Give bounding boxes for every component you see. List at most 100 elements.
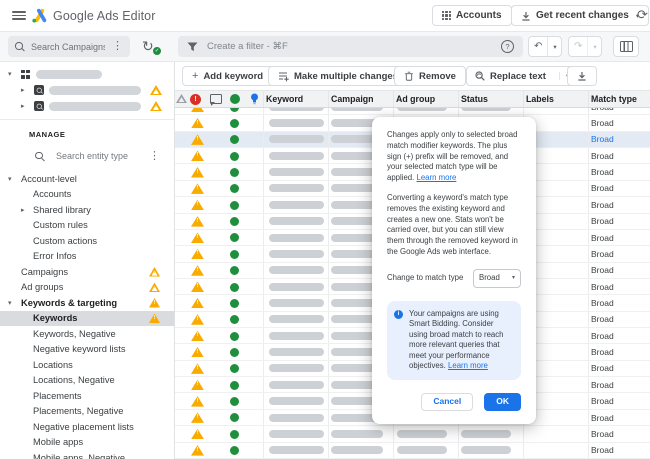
sidebar-item-keywords-targeting[interactable]: ▾Keywords & targeting! bbox=[0, 295, 174, 311]
table-row[interactable]: !Broad bbox=[175, 426, 650, 442]
ok-button[interactable]: OK bbox=[484, 393, 521, 411]
sidebar-item-custom-actions[interactable]: Custom actions bbox=[0, 233, 174, 249]
column-header-ad-group[interactable]: Ad group bbox=[393, 91, 458, 107]
match-type-cell: Broad bbox=[588, 279, 650, 294]
sidebar-item-mobile-apps[interactable]: Mobile apps bbox=[0, 435, 174, 451]
caret-down-icon[interactable]: ▾ bbox=[8, 70, 21, 78]
create-filter-input[interactable]: Create a filter - ⌘F ? bbox=[178, 36, 523, 57]
undo-history-caret-icon[interactable]: ▾ bbox=[547, 37, 561, 56]
add-keyword-button[interactable]: + Add keyword bbox=[182, 66, 273, 86]
replace-text-button[interactable]: Replace text ▾ bbox=[466, 66, 576, 86]
caret-down-icon[interactable]: ▾ bbox=[8, 175, 21, 183]
redacted-text-bar bbox=[269, 430, 324, 438]
comment-column-icon[interactable] bbox=[210, 94, 222, 104]
refresh-icon[interactable]: ⟳ bbox=[637, 7, 648, 23]
undo-icon[interactable]: ↶ bbox=[529, 37, 547, 56]
help-icon[interactable]: ? bbox=[501, 40, 514, 53]
adgroup-cell bbox=[393, 443, 458, 458]
sidebar-item-placements[interactable]: Placements bbox=[0, 388, 174, 404]
redacted-text-bar bbox=[269, 217, 324, 225]
warning-icon: ! bbox=[191, 429, 204, 440]
replace-text-label: Replace text bbox=[490, 71, 546, 82]
sidebar-item-locations[interactable]: Locations bbox=[0, 357, 174, 373]
status-column-icon[interactable] bbox=[230, 94, 240, 104]
sidebar-item-label: Shared library bbox=[33, 205, 91, 215]
warning-icon: ! bbox=[191, 396, 204, 407]
menu-icon[interactable] bbox=[12, 11, 26, 20]
undo-button[interactable]: ↶ ▾ bbox=[528, 36, 562, 57]
enabled-status-icon bbox=[230, 397, 239, 406]
entity-type-search-input[interactable]: Search entity type ⋮ bbox=[35, 148, 160, 164]
sidebar-item-mobile-apps-negative[interactable]: Mobile apps, Negative bbox=[0, 450, 174, 459]
sidebar-item-campaigns[interactable]: Campaigns! bbox=[0, 264, 174, 280]
column-header-match-type[interactable]: Match type bbox=[588, 91, 650, 107]
column-header-labels[interactable]: Labels bbox=[523, 91, 588, 107]
caret-right-icon[interactable]: ▸ bbox=[21, 206, 33, 214]
sidebar-item-error-infos[interactable]: Error Infos bbox=[0, 249, 174, 265]
search-campaigns-input[interactable]: Search Campaigns or... ⋮ bbox=[8, 36, 130, 57]
sidebar-item-negative-keyword-lists[interactable]: Negative keyword lists bbox=[0, 342, 174, 358]
cancel-button[interactable]: Cancel bbox=[421, 393, 473, 411]
remove-button[interactable]: Remove bbox=[394, 66, 466, 86]
column-header-campaign[interactable]: Campaign bbox=[328, 91, 393, 107]
search-options-kebab-icon[interactable]: ⋮ bbox=[112, 41, 123, 52]
campaign-cell bbox=[328, 443, 393, 458]
keyword-cell bbox=[263, 181, 328, 196]
filter-funnel-icon bbox=[187, 42, 198, 52]
enabled-status-icon bbox=[230, 201, 239, 210]
sidebar-item-keywords[interactable]: Keywords! bbox=[0, 311, 174, 327]
caret-right-icon[interactable]: ▸ bbox=[21, 102, 34, 110]
enabled-status-icon bbox=[230, 250, 239, 259]
sidebar-item-locations-negative[interactable]: Locations, Negative bbox=[0, 373, 174, 389]
column-header-keyword[interactable]: Keyword bbox=[263, 91, 328, 107]
warning-icon: ! bbox=[191, 151, 204, 162]
table-header-icons: ! bbox=[175, 91, 263, 107]
learn-more-link[interactable]: Learn more bbox=[416, 173, 456, 182]
warning-icon: ! bbox=[191, 363, 204, 374]
warning-icon: ! bbox=[191, 134, 204, 145]
keyword-cell bbox=[263, 295, 328, 310]
entity-search-kebab-icon[interactable]: ⋮ bbox=[149, 151, 160, 162]
make-multiple-changes-button[interactable]: Make multiple changes bbox=[268, 66, 408, 86]
sidebar-item-label: Locations bbox=[33, 360, 73, 370]
column-header-status[interactable]: Status bbox=[458, 91, 523, 107]
sidebar-item-shared-library[interactable]: ▸Shared library bbox=[0, 202, 174, 218]
sidebar-item-accounts[interactable]: Accounts bbox=[0, 187, 174, 203]
sidebar-item-placements-negative[interactable]: Placements, Negative bbox=[0, 404, 174, 420]
error-column-icon[interactable]: ! bbox=[190, 94, 201, 105]
match-type-select[interactable]: Broad ▾ bbox=[473, 269, 521, 288]
caret-right-icon[interactable]: ▸ bbox=[21, 86, 34, 94]
warning-icon: ! bbox=[191, 232, 204, 243]
sidebar-item-custom-rules[interactable]: Custom rules bbox=[0, 218, 174, 234]
export-download-icon bbox=[577, 71, 587, 81]
get-recent-changes-label: Get recent changes bbox=[536, 10, 629, 21]
sidebar-item-account-level[interactable]: ▾Account-level bbox=[0, 171, 174, 187]
redacted-text-bar bbox=[461, 430, 511, 438]
redacted-text-bar bbox=[397, 430, 447, 438]
sync-status-icon[interactable]: ↻ ✓ bbox=[142, 37, 160, 55]
redacted-text-bar bbox=[269, 234, 324, 242]
warning-column-icon[interactable] bbox=[176, 94, 187, 103]
info-text: Your campaigns are using Smart Bidding. … bbox=[409, 309, 513, 372]
plus-icon: + bbox=[192, 71, 198, 82]
sidebar-item-label: Keywords bbox=[33, 313, 77, 323]
table-row[interactable]: !Broad bbox=[175, 443, 650, 459]
row-status-icons: ! bbox=[175, 410, 263, 425]
sidebar-item-keywords-negative[interactable]: Keywords, Negative bbox=[0, 326, 174, 342]
enabled-status-icon bbox=[230, 283, 239, 292]
info-learn-more-link[interactable]: Learn more bbox=[448, 361, 488, 370]
manage-columns-button[interactable] bbox=[613, 36, 639, 57]
account-tree-child[interactable]: ▸ ! bbox=[0, 98, 174, 114]
match-type-value: Broad bbox=[591, 118, 614, 128]
account-tree-root[interactable]: ▾ bbox=[0, 66, 174, 82]
sidebar-item-negative-placement-lists[interactable]: Negative placement lists bbox=[0, 419, 174, 435]
export-button[interactable] bbox=[567, 66, 597, 86]
idea-column-icon[interactable] bbox=[250, 93, 259, 105]
accounts-button[interactable]: Accounts bbox=[432, 5, 512, 26]
account-tree-child[interactable]: ▸ ! bbox=[0, 82, 174, 98]
get-recent-changes-button[interactable]: Get recent changes ▾ bbox=[511, 5, 649, 26]
enabled-status-icon bbox=[230, 266, 239, 275]
keyword-cell bbox=[263, 197, 328, 212]
sidebar-item-ad-groups[interactable]: Ad groups! bbox=[0, 280, 174, 296]
caret-down-icon[interactable]: ▾ bbox=[8, 299, 21, 307]
